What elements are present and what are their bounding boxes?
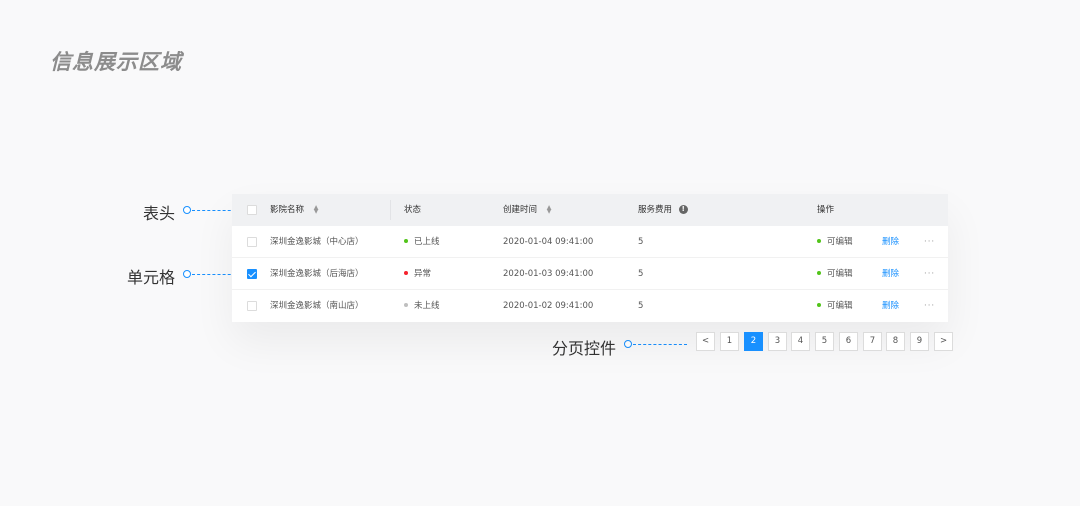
page-button[interactable]: 2: [744, 332, 763, 351]
column-divider: [390, 200, 391, 220]
page-button[interactable]: 9: [910, 332, 929, 351]
info-icon[interactable]: !: [678, 205, 688, 214]
column-header-fee-label: 服务费用: [638, 205, 673, 215]
callout-pagination-line: [633, 344, 687, 345]
table-row: 深圳金逸影城（中心店） 已上线 2020-01-04 09:41:00 5 可编…: [232, 226, 948, 258]
status-text: 已上线: [414, 237, 440, 247]
column-header-status: 状态: [404, 205, 422, 215]
edit-link[interactable]: 可编辑: [827, 269, 853, 279]
cell-created: 2020-01-03 09:41:00: [503, 269, 594, 279]
callout-pagination-label: 分页控件: [552, 339, 617, 358]
page-button[interactable]: 1: [720, 332, 739, 351]
table-header: 影院名称 ▲ ▼ 状态 创建时间 ▲ ▼ 服务费用 ! 操作: [232, 194, 948, 226]
more-actions-icon[interactable]: ···: [924, 258, 935, 290]
cell-fee: 5: [638, 301, 644, 311]
page-button[interactable]: 7: [863, 332, 882, 351]
page-button[interactable]: 6: [839, 332, 858, 351]
status-dot: [404, 302, 408, 307]
cell-status: 已上线: [404, 226, 440, 258]
callout-cell-label: 单元格: [127, 268, 176, 287]
page-button[interactable]: 5: [815, 332, 834, 351]
cell-op-status: 可编辑: [817, 258, 853, 290]
table-row: 深圳金逸影城（后海店） 异常 2020-01-03 09:41:00 5 可编辑…: [232, 258, 948, 290]
cell-created: 2020-01-02 09:41:00: [503, 301, 594, 311]
cell-status: 未上线: [404, 290, 440, 322]
select-all-checkbox[interactable]: [247, 205, 257, 215]
cell-op-status: 可编辑: [817, 226, 853, 258]
delete-link[interactable]: 删除: [882, 226, 899, 258]
row-checkbox[interactable]: [247, 269, 257, 279]
cell-fee: 5: [638, 269, 644, 279]
callout-pagination-marker: [624, 340, 632, 348]
prev-page-button[interactable]: <: [696, 332, 715, 351]
cell-name: 深圳金逸影城（后海店）: [270, 269, 364, 279]
status-dot: [404, 238, 408, 243]
delete-link[interactable]: 删除: [882, 290, 899, 322]
page-button[interactable]: 8: [886, 332, 905, 351]
callout-header-marker: [183, 206, 191, 214]
row-checkbox[interactable]: [247, 301, 257, 311]
page-title: 信息展示区域: [50, 50, 182, 74]
delete-link[interactable]: 删除: [882, 258, 899, 290]
status-text: 未上线: [414, 301, 440, 311]
status-dot: [404, 270, 408, 275]
cell-name: 深圳金逸影城（中心店）: [270, 237, 364, 247]
column-header-created[interactable]: 创建时间 ▲ ▼: [503, 194, 553, 226]
cell-created: 2020-01-04 09:41:00: [503, 237, 594, 247]
column-header-fee: 服务费用 !: [638, 194, 688, 226]
sort-icon[interactable]: ▲ ▼: [547, 204, 553, 214]
cell-fee: 5: [638, 237, 644, 247]
cell-status: 异常: [404, 258, 431, 290]
cell-op-status: 可编辑: [817, 290, 853, 322]
op-status-dot: [817, 270, 821, 275]
op-status-dot: [817, 302, 821, 307]
edit-link[interactable]: 可编辑: [827, 237, 853, 247]
callout-cell-marker: [183, 270, 191, 278]
next-page-button[interactable]: >: [934, 332, 953, 351]
column-header-name[interactable]: 影院名称 ▲ ▼: [270, 194, 320, 226]
pagination: < 1 2 3 4 5 6 7 8 9 >: [696, 332, 954, 351]
page-button[interactable]: 3: [768, 332, 787, 351]
more-actions-icon[interactable]: ···: [924, 290, 935, 322]
more-actions-icon[interactable]: ···: [924, 226, 935, 258]
status-text: 异常: [414, 269, 432, 279]
column-header-created-label: 创建时间: [503, 205, 538, 215]
callout-header-label: 表头: [143, 204, 176, 223]
column-header-operation: 操作: [817, 205, 835, 215]
column-header-name-label: 影院名称: [270, 205, 305, 215]
row-checkbox[interactable]: [247, 237, 257, 247]
edit-link[interactable]: 可编辑: [827, 301, 853, 311]
sort-icon[interactable]: ▲ ▼: [314, 204, 320, 214]
data-table: 影院名称 ▲ ▼ 状态 创建时间 ▲ ▼ 服务费用 ! 操作 深圳金逸影城（中心店）…: [232, 194, 948, 322]
op-status-dot: [817, 238, 821, 243]
cell-name: 深圳金逸影城（南山店）: [270, 301, 364, 311]
page-button[interactable]: 4: [791, 332, 810, 351]
table-row: 深圳金逸影城（南山店） 未上线 2020-01-02 09:41:00 5 可编…: [232, 290, 948, 322]
